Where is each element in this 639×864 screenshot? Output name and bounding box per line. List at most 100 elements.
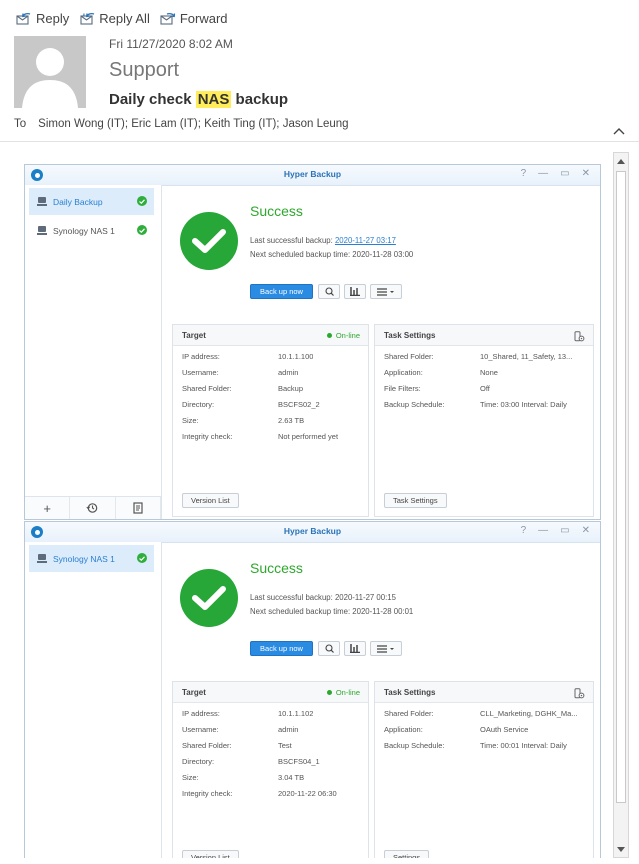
- target-row: Directory: BSCFS04_1: [182, 757, 320, 766]
- task-settings-button[interactable]: Task Settings: [384, 493, 447, 508]
- forward-button[interactable]: Forward: [160, 11, 228, 26]
- success-check-icon: [180, 212, 238, 270]
- target-key: Size:: [182, 416, 199, 425]
- last-backup-label: Last successful backup:: [250, 236, 335, 245]
- task-settings-header: Task Settings: [375, 325, 593, 346]
- target-key: Shared Folder:: [182, 384, 232, 393]
- search-version-button[interactable]: [318, 284, 340, 299]
- close-icon[interactable]: ✕: [582, 525, 590, 536]
- collapse-header-button[interactable]: [613, 122, 625, 140]
- target-panel: Target On-line IP address: 10.1.1.100 Use…: [172, 324, 369, 517]
- scroll-down-icon[interactable]: [614, 842, 628, 856]
- back-up-now-button[interactable]: Back up now: [250, 641, 313, 656]
- target-key: Size:: [182, 773, 199, 782]
- version-list-button[interactable]: Version List: [182, 493, 239, 508]
- target-row: IP address: 10.1.1.102: [182, 709, 313, 718]
- target-value: BSCFS04_1: [278, 757, 320, 766]
- target-title: Target: [182, 331, 206, 340]
- scroll-up-icon[interactable]: [614, 154, 628, 168]
- recipients-list[interactable]: Simon Wong (IT); Eric Lam (IT); Keith Ti…: [38, 118, 348, 130]
- window-titlebar: Hyper Backup ? — ▭ ✕: [25, 522, 600, 543]
- last-backup-line: Last successful backup: 2020-11-27 03:17: [250, 236, 396, 245]
- statistics-button[interactable]: [344, 641, 366, 656]
- add-task-icon[interactable]: +: [25, 497, 71, 519]
- back-up-now-button[interactable]: Back up now: [250, 284, 313, 299]
- sidebar-item-daily-backup[interactable]: Daily Backup: [29, 188, 154, 215]
- forward-icon: [160, 12, 175, 25]
- search-icon: [324, 287, 334, 296]
- target-value: Backup: [278, 384, 304, 393]
- task-settings-icon[interactable]: [573, 329, 585, 347]
- sender-avatar: [14, 36, 86, 108]
- task-overview: Success Last successful backup: 2020-11-…: [162, 185, 600, 519]
- target-panel-header: Target On-line: [173, 682, 368, 703]
- target-panel: Target On-line IP address: 10.1.1.102 Use…: [172, 681, 369, 858]
- maximize-icon[interactable]: ▭: [560, 525, 569, 536]
- forward-label: Forward: [179, 11, 228, 26]
- window-title: Hyper Backup: [283, 169, 342, 179]
- last-backup-value: 2020-11-27 00:15: [334, 593, 396, 602]
- recipients-row: To Simon Wong (IT); Eric Lam (IT); Keith…: [14, 118, 349, 130]
- restore-history-icon[interactable]: [70, 497, 116, 519]
- task-settings-header: Task Settings: [375, 682, 593, 703]
- target-row: Username: admin: [182, 368, 298, 377]
- success-check-icon: [180, 569, 238, 627]
- sender-name: Support: [109, 59, 180, 81]
- search-version-button[interactable]: [318, 641, 340, 656]
- chevron-up-icon: [613, 128, 625, 135]
- reply-label: Reply: [36, 11, 70, 26]
- task-value: Time: 00:01 Interval: Daily: [480, 741, 567, 750]
- last-backup-link[interactable]: 2020-11-27 03:17: [335, 236, 396, 245]
- version-list-button[interactable]: Version List: [182, 850, 239, 858]
- next-backup-label: Next scheduled backup time:: [250, 250, 353, 259]
- target-row: IP address: 10.1.1.100: [182, 352, 313, 361]
- task-row: Shared Folder: CLL_Marketing, DGHK_Ma...: [384, 709, 578, 718]
- status-title: Success: [250, 560, 303, 576]
- next-backup-value: 2020-11-28 03:00: [352, 250, 414, 259]
- status-title: Success: [250, 203, 303, 219]
- close-icon[interactable]: ✕: [582, 168, 590, 179]
- target-key: Directory:: [182, 400, 215, 409]
- task-settings-title: Task Settings: [384, 331, 436, 340]
- last-backup-line: Last successful backup: 2020-11-27 00:15: [250, 593, 396, 602]
- maximize-icon[interactable]: ▭: [560, 168, 569, 179]
- task-settings-panel: Task Settings Shared Folder: 10_Shared, 1…: [374, 324, 594, 517]
- settings-button[interactable]: Settings: [384, 850, 430, 858]
- reply-all-button[interactable]: Reply All: [79, 11, 150, 26]
- body-scrollbar[interactable]: [613, 152, 629, 858]
- minimize-icon[interactable]: —: [538, 525, 548, 536]
- reply-button[interactable]: Reply: [16, 11, 69, 26]
- scroll-thumb[interactable]: [616, 171, 626, 803]
- more-actions-menu[interactable]: [370, 284, 402, 299]
- statistics-button[interactable]: [344, 284, 366, 299]
- log-icon[interactable]: [116, 497, 161, 519]
- person-icon: [22, 48, 78, 108]
- target-row: Directory: BSCFS02_2: [182, 400, 320, 409]
- target-key: Directory:: [182, 757, 215, 766]
- nas-icon: [37, 554, 47, 563]
- task-value: Time: 03:00 Interval: Daily: [480, 400, 567, 409]
- next-backup-line: Next scheduled backup time: 2020-11-28 0…: [250, 607, 413, 616]
- subject-prefix: Daily check: [109, 91, 196, 108]
- subject-highlight: NAS: [195, 91, 232, 108]
- reply-all-icon: [80, 12, 95, 25]
- target-title: Target: [182, 688, 206, 697]
- target-value: Not performed yet: [278, 432, 339, 441]
- sidebar-item-synology-nas-1[interactable]: Synology NAS 1: [29, 545, 154, 572]
- window-controls: ? — ▭ ✕: [521, 168, 590, 179]
- more-actions-menu[interactable]: [370, 641, 402, 656]
- sidebar-item-synology-nas-1[interactable]: Synology NAS 1: [29, 217, 154, 244]
- task-key: Shared Folder:: [384, 352, 434, 361]
- task-key: Backup Schedule:: [384, 400, 445, 409]
- check-circle-icon: [137, 553, 147, 563]
- sent-date: Fri 11/27/2020 8:02 AM: [109, 37, 233, 51]
- task-row: File Filters: Off: [384, 384, 490, 393]
- minimize-icon[interactable]: —: [538, 168, 548, 179]
- help-icon[interactable]: ?: [521, 525, 527, 536]
- task-settings-icon[interactable]: [573, 686, 585, 704]
- help-icon[interactable]: ?: [521, 168, 527, 179]
- email-subject: Daily check NAS backup: [109, 91, 288, 108]
- online-status: On-line: [327, 688, 360, 697]
- window-title: Hyper Backup: [283, 526, 342, 536]
- task-row: Application: OAuth Service: [384, 725, 528, 734]
